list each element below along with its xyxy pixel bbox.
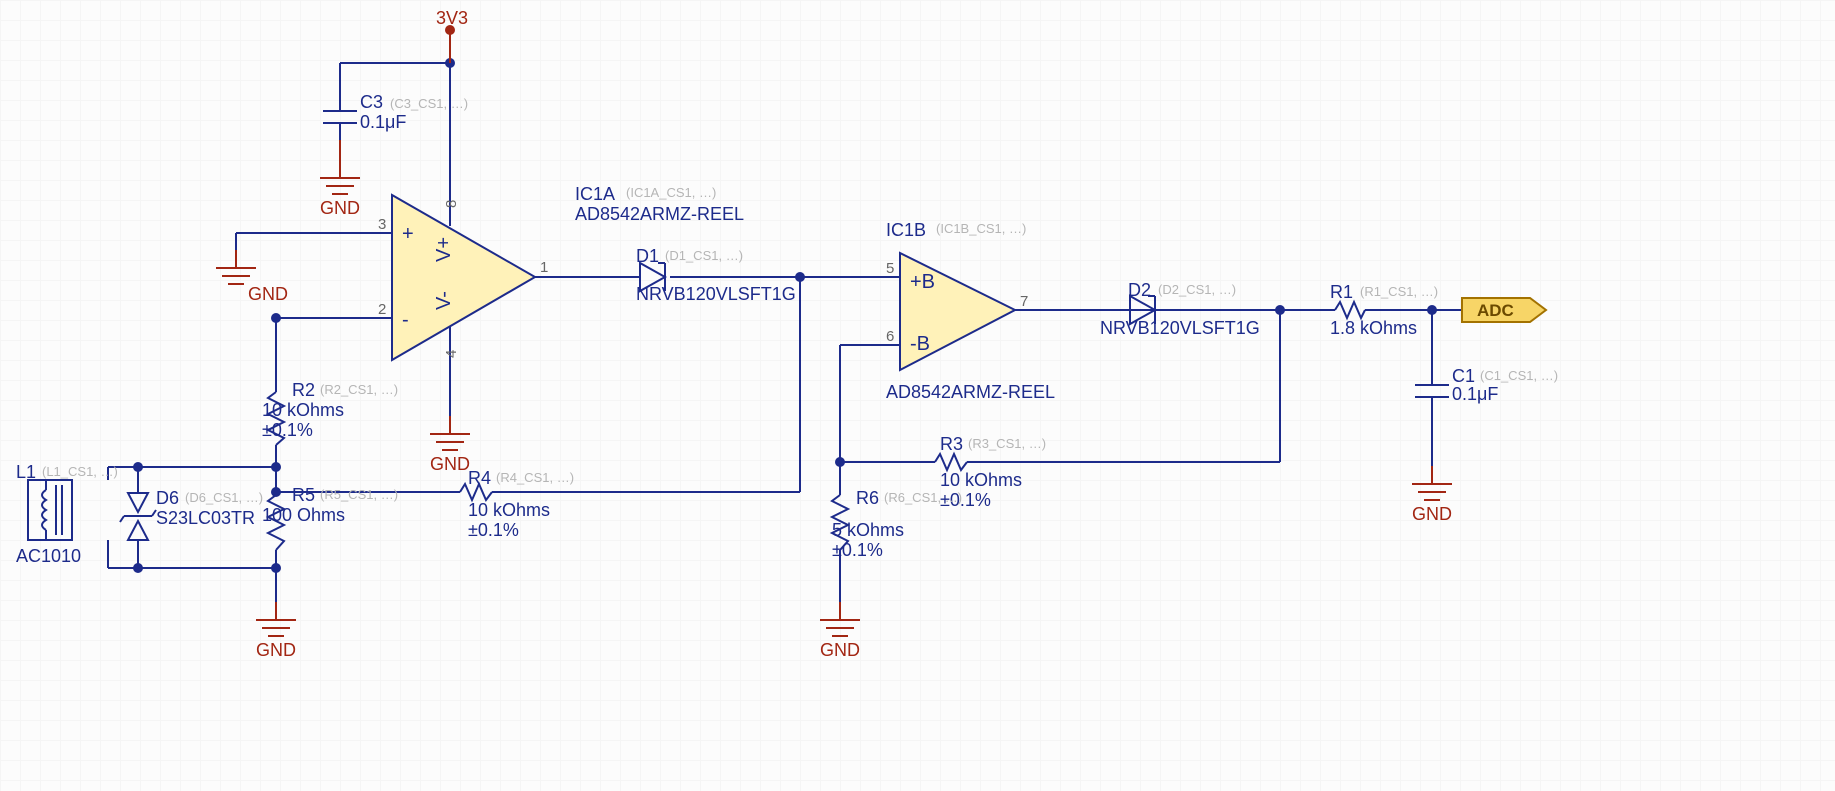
svg-text:D2: D2 [1128, 280, 1151, 300]
diode-d2: D2 (D2_CS1, …) NRVB120VLSFT1G [1065, 280, 1280, 338]
svg-text:AD8542ARMZ-REEL: AD8542ARMZ-REEL [886, 382, 1055, 402]
svg-text:(IC1B_CS1, …): (IC1B_CS1, …) [936, 221, 1026, 236]
svg-text:GND: GND [430, 454, 470, 474]
gnd-pin3: GND [216, 250, 288, 304]
svg-text:IC1A: IC1A [575, 184, 615, 204]
schematic-svg: 3V3 GND GND GND GND GND GND C3 (C3_CS1, … [0, 0, 1835, 791]
svg-text:(D1_CS1, …): (D1_CS1, …) [665, 248, 743, 263]
svg-text:(C1_CS1, …): (C1_CS1, …) [1480, 368, 1558, 383]
diode-d1: D1 (D1_CS1, …) NRVB120VLSFT1G [636, 246, 796, 304]
svg-text:S23LC03TR: S23LC03TR [156, 508, 255, 528]
svg-text:(R4_CS1, …): (R4_CS1, …) [496, 470, 574, 485]
svg-text:3: 3 [378, 216, 386, 233]
power-3v3: 3V3 [436, 8, 468, 63]
svg-text:6: 6 [886, 328, 894, 345]
svg-text:V-: V- [433, 291, 455, 310]
svg-text:2: 2 [378, 301, 386, 318]
svg-text:AD8542ARMZ-REEL: AD8542ARMZ-REEL [575, 204, 744, 224]
gnd-c3: GND [320, 140, 360, 218]
svg-text:±0.1%: ±0.1% [262, 420, 313, 440]
svg-text:GND: GND [320, 198, 360, 218]
gnd-r6: GND [820, 602, 860, 660]
tvs-d6: D6 (D6_CS1, …) S23LC03TR [120, 488, 263, 540]
svg-text:GND: GND [256, 640, 296, 660]
svg-text:1.8 kOhms: 1.8 kOhms [1330, 318, 1417, 338]
svg-text:V+: V+ [433, 237, 455, 262]
svg-text:0.1μF: 0.1μF [1452, 384, 1498, 404]
cap-c1: C1 (C1_CS1, …) 0.1μF [1415, 366, 1558, 404]
svg-text:100 Ohms: 100 Ohms [262, 505, 345, 525]
svg-text:R3: R3 [940, 434, 963, 454]
resistor-r5: R5 (R5_CS1, …) 100 Ohms [262, 485, 398, 550]
svg-text:R2: R2 [292, 380, 315, 400]
svg-text:(D2_CS1, …): (D2_CS1, …) [1158, 282, 1236, 297]
svg-text:7: 7 [1020, 293, 1028, 310]
inductor-l1: L1 (L1_CS1, …) AC1010 [16, 462, 118, 566]
svg-text:±0.1%: ±0.1% [832, 540, 883, 560]
svg-text:ADC: ADC [1477, 301, 1514, 320]
svg-text:D1: D1 [636, 246, 659, 266]
svg-text:(C3_CS1, …): (C3_CS1, …) [390, 96, 468, 111]
resistor-r6: R6 (R6_CS1, …) 5 kOhms ±0.1% [832, 488, 962, 560]
svg-text:(IC1A_CS1, …): (IC1A_CS1, …) [626, 185, 716, 200]
svg-text:0.1μF: 0.1μF [360, 112, 406, 132]
svg-text:(R5_CS1, …): (R5_CS1, …) [320, 487, 398, 502]
svg-text:4: 4 [443, 350, 460, 358]
gnd-pin4: GND [430, 416, 470, 474]
svg-text:(R2_CS1, …): (R2_CS1, …) [320, 382, 398, 397]
svg-text:R5: R5 [292, 485, 315, 505]
opamp-ic1a: + - V+ V- 3 2 1 8 4 IC1A (IC1A_CS1, …) A… [378, 184, 744, 360]
svg-text:GND: GND [820, 640, 860, 660]
svg-text:3V3: 3V3 [436, 8, 468, 28]
gnd-left: GND [256, 602, 296, 660]
svg-text:C1: C1 [1452, 366, 1475, 386]
svg-text:(R3_CS1, …): (R3_CS1, …) [968, 436, 1046, 451]
gnd-c1: GND [1412, 466, 1452, 524]
cap-c3: C3 (C3_CS1, …) 0.1μF [323, 92, 468, 140]
svg-text:R4: R4 [468, 468, 491, 488]
svg-text:D6: D6 [156, 488, 179, 508]
svg-text:10 kOhms: 10 kOhms [262, 400, 344, 420]
svg-text:R6: R6 [856, 488, 879, 508]
svg-text:(D6_CS1, …): (D6_CS1, …) [185, 490, 263, 505]
svg-text:(L1_CS1, …): (L1_CS1, …) [42, 464, 118, 479]
resistor-r4: R4 (R4_CS1, …) 10 kOhms ±0.1% [460, 468, 574, 540]
svg-text:(R6_CS1, …): (R6_CS1, …) [884, 490, 962, 505]
schematic-sheet: 3V3 GND GND GND GND GND GND C3 (C3_CS1, … [0, 0, 1835, 791]
svg-text:+B: +B [910, 271, 935, 293]
svg-text:5: 5 [886, 260, 894, 277]
svg-text:8: 8 [443, 200, 460, 208]
svg-text:5 kOhms: 5 kOhms [832, 520, 904, 540]
svg-text:±0.1%: ±0.1% [468, 520, 519, 540]
svg-text:(R1_CS1, …): (R1_CS1, …) [1360, 284, 1438, 299]
svg-text:C3: C3 [360, 92, 383, 112]
svg-text:10 kOhms: 10 kOhms [468, 500, 550, 520]
svg-text:1: 1 [540, 259, 548, 276]
svg-text:GND: GND [248, 284, 288, 304]
svg-text:-: - [402, 309, 409, 331]
svg-text:GND: GND [1412, 504, 1452, 524]
svg-text:NRVB120VLSFT1G: NRVB120VLSFT1G [1100, 318, 1260, 338]
svg-text:L1: L1 [16, 462, 36, 482]
svg-text:AC1010: AC1010 [16, 546, 81, 566]
svg-text:NRVB120VLSFT1G: NRVB120VLSFT1G [636, 284, 796, 304]
svg-text:IC1B: IC1B [886, 220, 926, 240]
svg-text:-B: -B [910, 333, 930, 355]
resistor-r2: R2 (R2_CS1, …) 10 kOhms ±0.1% [262, 380, 398, 445]
port-adc: ADC [1462, 298, 1546, 322]
svg-text:+: + [402, 223, 414, 245]
svg-text:10 kOhms: 10 kOhms [940, 470, 1022, 490]
svg-text:R1: R1 [1330, 282, 1353, 302]
